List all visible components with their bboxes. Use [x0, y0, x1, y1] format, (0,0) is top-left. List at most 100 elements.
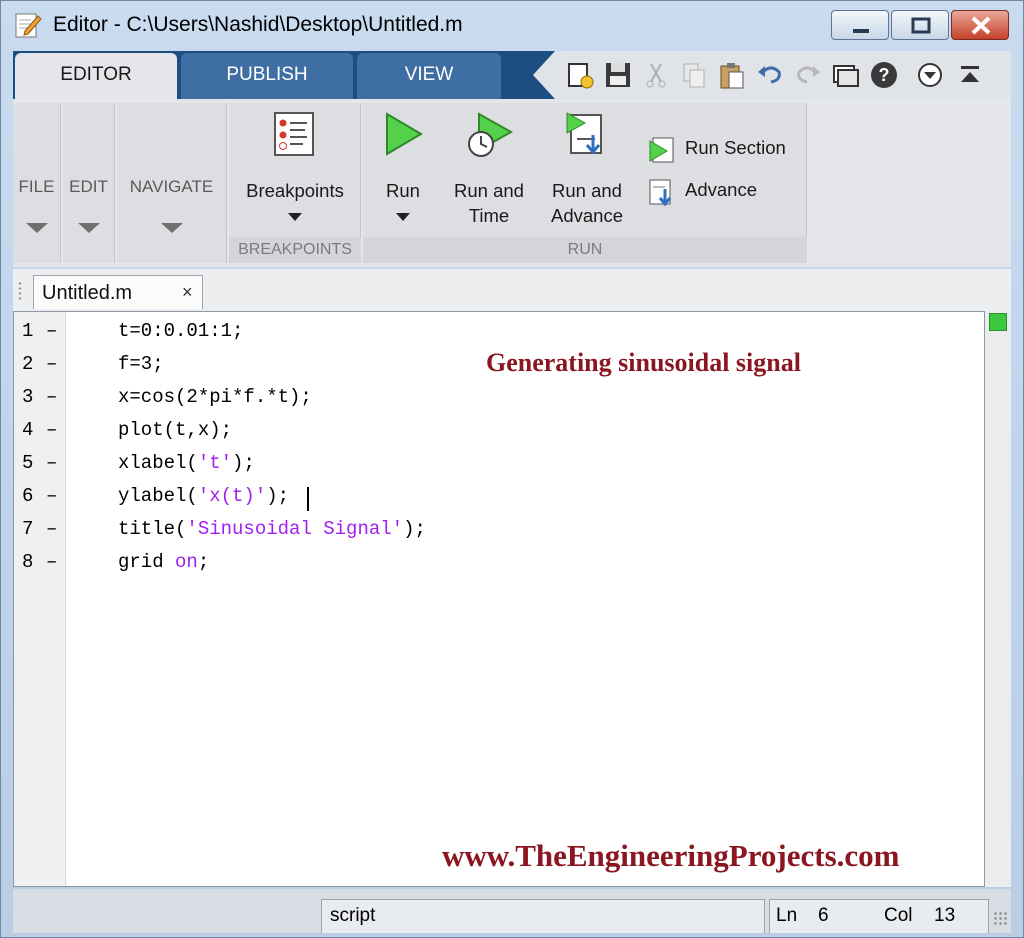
string-literal: on [175, 551, 198, 573]
string-literal: 't' [197, 452, 233, 474]
breakpoints-button[interactable]: Breakpoints [229, 103, 361, 237]
line-number: 8 [22, 551, 34, 573]
line-number: 2 [22, 353, 34, 375]
close-button[interactable] [951, 10, 1009, 40]
options-icon[interactable] [915, 60, 945, 90]
tab-editor[interactable]: EDITOR [15, 53, 177, 99]
breakpoint-marker[interactable]: – [46, 485, 57, 507]
line-number: 1 [22, 320, 34, 342]
chevron-down-icon [77, 223, 100, 233]
code-line[interactable]: plot(t,x); [118, 419, 232, 441]
paste-icon[interactable] [717, 60, 747, 90]
navigate-label: NAVIGATE [129, 177, 214, 196]
minimize-button[interactable] [831, 10, 889, 40]
string-literal: 'Sinusoidal Signal' [186, 518, 404, 540]
breakpoints-label: Breakpoints [246, 180, 344, 201]
line-number: 3 [22, 386, 34, 408]
redo-icon[interactable] [793, 60, 823, 90]
advance-label: Advance [685, 179, 757, 200]
chevron-down-icon [396, 213, 410, 221]
breakpoint-marker[interactable]: – [46, 518, 57, 540]
breakpoints-group-label: BREAKPOINTS [229, 237, 361, 263]
code-token: ; [197, 551, 210, 573]
minimize-toolstrip-icon[interactable] [955, 60, 985, 90]
file-section[interactable]: FILE [13, 103, 61, 263]
svg-text:?: ? [879, 65, 890, 85]
run-and-advance-button[interactable]: Run and Advance [539, 103, 635, 237]
edit-section[interactable]: EDIT [63, 103, 115, 263]
close-icon[interactable]: × [182, 282, 193, 303]
vertical-scrollbar[interactable] [985, 311, 1011, 887]
new-icon[interactable] [565, 60, 595, 90]
run-and-advance-label-1: Run and [552, 180, 622, 201]
code-line[interactable]: t=0:0.01:1; [118, 320, 243, 342]
run-and-time-label-2: Time [468, 205, 510, 226]
run-and-advance-icon [566, 112, 602, 155]
close-icon [971, 16, 991, 35]
status-position: Ln 6 Col 13 [769, 899, 989, 933]
run-group-label: RUN [363, 237, 807, 263]
code-line[interactable]: grid on; [118, 551, 209, 573]
code-line[interactable]: ylabel('x(t)'); [118, 485, 289, 507]
help-icon[interactable]: ? [869, 60, 899, 90]
code-line[interactable]: x=cos(2*pi*f.*t); [118, 386, 312, 408]
line-number: 6 [22, 485, 34, 507]
tab-publish[interactable]: PUBLISH [181, 53, 353, 99]
advance-button[interactable]: Advance [647, 175, 799, 207]
breakpoints-icon [274, 112, 314, 156]
code-line[interactable]: xlabel('t'); [118, 452, 255, 474]
code-token: grid [118, 551, 176, 573]
breakpoint-marker[interactable]: – [46, 353, 57, 375]
chevron-down-icon [288, 213, 302, 221]
run-and-advance-label-2: Advance [551, 205, 623, 226]
line-number-gutter: 1–2–3–4–5–6–7–8– [14, 312, 66, 886]
resize-grip-icon[interactable] [993, 911, 1009, 927]
window-title: Editor - C:\Users\Nashid\Desktop\Untitle… [53, 13, 463, 36]
code-token: xlabel( [118, 452, 198, 474]
breakpoint-marker[interactable]: – [46, 386, 57, 408]
copy-icon[interactable] [679, 60, 709, 90]
editor-pencil-icon [15, 13, 42, 38]
annotation-heading: Generating sinusoidal signal [486, 348, 801, 377]
code-line[interactable]: f=3; [118, 353, 164, 375]
breakpoint-marker[interactable]: – [46, 452, 57, 474]
run-and-time-icon [468, 112, 514, 157]
code-token: title( [118, 518, 187, 540]
matlab-editor-window: Editor - C:\Users\Nashid\Desktop\Untitle… [0, 0, 1024, 938]
breakpoint-marker[interactable]: – [46, 320, 57, 342]
save-icon[interactable] [603, 60, 633, 90]
line-value: 6 [818, 905, 829, 926]
status-mode: script [321, 899, 765, 933]
switch-windows-icon[interactable] [831, 60, 861, 90]
column-value: 13 [934, 905, 956, 926]
editor-toolstrip: FILE EDIT NAVIGATE Breakpoints BREAKPOIN… [13, 99, 1011, 267]
maximize-icon [911, 17, 931, 34]
breakpoint-marker[interactable]: – [46, 419, 57, 441]
run-section-button[interactable]: Run Section [647, 133, 799, 165]
code-token: ylabel( [118, 485, 198, 507]
code-line[interactable]: title('Sinusoidal Signal'); [118, 518, 426, 540]
code-token: ); [232, 452, 255, 474]
string-literal: 'x(t)' [197, 485, 267, 507]
run-and-time-button[interactable]: Run and Time [443, 103, 535, 237]
drag-grip-icon[interactable] [17, 281, 23, 301]
document-tab-untitled[interactable]: Untitled.m × [33, 275, 203, 309]
title-bar[interactable]: Editor - C:\Users\Nashid\Desktop\Untitle… [1, 1, 1023, 47]
run-group: Run Run and Time Run and Advance Run Sec… [363, 103, 807, 263]
navigate-section[interactable]: NAVIGATE [117, 103, 227, 263]
code-editor[interactable]: 1–2–3–4–5–6–7–8– t=0:0.01:1; f=3; x=cos(2*… [13, 311, 985, 887]
tab-view[interactable]: VIEW [357, 53, 501, 99]
breakpoint-marker[interactable]: – [46, 551, 57, 573]
toolstrip-tab-strip: EDITOR PUBLISH VIEW ? [13, 51, 1011, 99]
watermark-text: www.TheEngineeringProjects.com [442, 838, 900, 873]
cut-icon[interactable] [641, 60, 671, 90]
undo-icon[interactable] [755, 60, 785, 90]
run-button[interactable]: Run [367, 103, 439, 237]
run-icon [386, 112, 423, 156]
maximize-button[interactable] [891, 10, 949, 40]
code-analyzer-status-icon[interactable] [989, 313, 1007, 331]
advance-icon [649, 179, 672, 207]
code-token: ); [266, 485, 290, 507]
code-token: ); [403, 518, 426, 540]
document-tab-bar: Untitled.m × [13, 269, 1011, 311]
